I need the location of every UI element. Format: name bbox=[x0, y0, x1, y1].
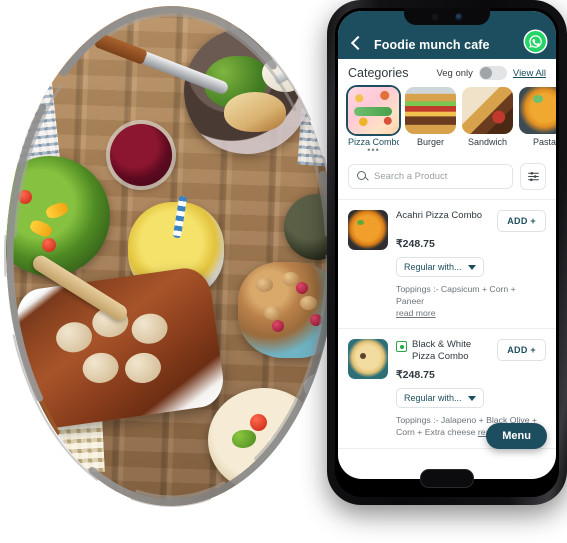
category-item[interactable]: Burger bbox=[405, 87, 456, 153]
product-name: Black & White Pizza Combo bbox=[412, 339, 472, 363]
phone-screen: Foodie munch cafe Categories Veg only Vi… bbox=[338, 11, 556, 479]
cherry-tomato bbox=[42, 238, 56, 252]
potato-slice bbox=[123, 350, 163, 386]
food-scene bbox=[6, 6, 336, 506]
striped-straw bbox=[172, 195, 188, 239]
veg-only-toggle[interactable] bbox=[478, 66, 507, 80]
food-photo bbox=[4, 5, 338, 507]
search-input[interactable]: Search a Product bbox=[348, 164, 513, 190]
walnut bbox=[256, 278, 273, 292]
phone-notch bbox=[404, 8, 490, 25]
toggle-knob bbox=[479, 67, 492, 79]
product-toppings: Toppings :- Capsicum + Corn + Paneer rea… bbox=[396, 284, 546, 319]
berry bbox=[310, 314, 322, 326]
product-price: ₹248.75 bbox=[396, 369, 435, 382]
category-thumbnail bbox=[519, 87, 556, 134]
category-thumbnail bbox=[462, 87, 513, 134]
wine-glass bbox=[110, 124, 172, 186]
search-row: Search a Product bbox=[338, 155, 556, 201]
phone-mockup: Foodie munch cafe Categories Veg only Vi… bbox=[327, 0, 567, 505]
menu-floating-button[interactable]: Menu bbox=[486, 423, 547, 449]
categories-scroller[interactable]: Pizza Combo ••• Burger Sandwich Pasta bbox=[338, 84, 556, 156]
front-camera-icon bbox=[455, 12, 463, 21]
product-header: Acahri Pizza Combo ADD + bbox=[396, 210, 546, 233]
product-card[interactable]: Acahri Pizza Combo ADD + ₹248.75 Regular… bbox=[338, 200, 556, 330]
product-price: ₹248.75 bbox=[396, 238, 435, 251]
potato-slice bbox=[129, 311, 170, 347]
berry bbox=[272, 320, 284, 332]
category-label: Burger bbox=[416, 138, 444, 147]
product-name: Acahri Pizza Combo bbox=[396, 210, 483, 222]
read-more-link[interactable]: read more bbox=[396, 308, 436, 318]
add-to-cart-button[interactable]: ADD + bbox=[497, 210, 546, 233]
toppings-text: Toppings :- Capsicum + Corn + Paneer bbox=[396, 284, 516, 307]
back-icon[interactable] bbox=[348, 35, 364, 51]
sliced-apple bbox=[224, 92, 286, 132]
nuts-and-berries-tray bbox=[238, 262, 336, 358]
walnut bbox=[264, 306, 281, 320]
checked-napkin bbox=[6, 41, 61, 167]
variant-label: Regular with... bbox=[404, 262, 462, 273]
chevron-down-icon bbox=[467, 395, 476, 401]
view-all-link[interactable]: View All bbox=[513, 68, 546, 79]
category-label: Pasta bbox=[532, 138, 556, 147]
product-thumbnail bbox=[348, 210, 388, 251]
potato-slice bbox=[80, 350, 121, 386]
category-overflow-dots: ••• bbox=[367, 144, 380, 155]
search-icon bbox=[357, 171, 368, 182]
mockup-stage: Foodie munch cafe Categories Veg only Vi… bbox=[0, 0, 567, 543]
whatsapp-icon[interactable] bbox=[525, 31, 546, 52]
veg-only-label: Veg only bbox=[436, 67, 473, 79]
home-button[interactable] bbox=[420, 469, 474, 488]
cherry-tomato bbox=[250, 414, 267, 431]
cherry-tomato bbox=[18, 190, 32, 204]
berry bbox=[296, 282, 308, 294]
potato-slice bbox=[54, 319, 94, 355]
category-item[interactable]: Sandwich bbox=[462, 87, 513, 153]
category-item[interactable]: Pasta bbox=[519, 87, 556, 153]
chevron-down-icon bbox=[467, 264, 476, 270]
categories-title: Categories bbox=[348, 66, 409, 80]
add-to-cart-button[interactable]: ADD + bbox=[497, 339, 546, 362]
feta-cheese bbox=[268, 430, 302, 458]
lettuce-leaf bbox=[232, 430, 256, 448]
variant-label: Regular with... bbox=[404, 393, 462, 404]
soup-bowl bbox=[208, 388, 320, 492]
phone-bezel: Foodie munch cafe Categories Veg only Vi… bbox=[335, 8, 559, 497]
earpiece-sensor-icon bbox=[431, 12, 439, 21]
product-thumbnail bbox=[348, 339, 388, 380]
veg-indicator-icon bbox=[396, 341, 407, 353]
product-header: Black & White Pizza Combo ADD + bbox=[396, 339, 546, 363]
page-title: Foodie munch cafe bbox=[374, 38, 490, 52]
fork bbox=[273, 48, 329, 86]
yellow-pepper-slice bbox=[44, 200, 70, 221]
category-thumbnail bbox=[405, 87, 456, 134]
category-item[interactable]: Pizza Combo ••• bbox=[348, 87, 399, 155]
category-thumbnail bbox=[348, 87, 399, 134]
product-list: Acahri Pizza Combo ADD + ₹248.75 Regular… bbox=[338, 200, 556, 449]
glass-plate-with-greens bbox=[184, 28, 310, 154]
variant-dropdown[interactable]: Regular with... bbox=[396, 388, 484, 409]
food-photo-circle bbox=[6, 6, 336, 506]
categories-header: Categories Veg only View All bbox=[338, 59, 556, 84]
category-label: Sandwich bbox=[467, 138, 508, 147]
variant-dropdown[interactable]: Regular with... bbox=[396, 257, 484, 278]
product-details: Acahri Pizza Combo ADD + ₹248.75 Regular… bbox=[396, 210, 546, 319]
filter-sliders-icon bbox=[527, 172, 539, 182]
filter-button[interactable] bbox=[520, 163, 546, 191]
search-placeholder: Search a Product bbox=[374, 171, 448, 183]
yellow-pepper-slice bbox=[28, 218, 54, 239]
walnut bbox=[300, 296, 317, 310]
